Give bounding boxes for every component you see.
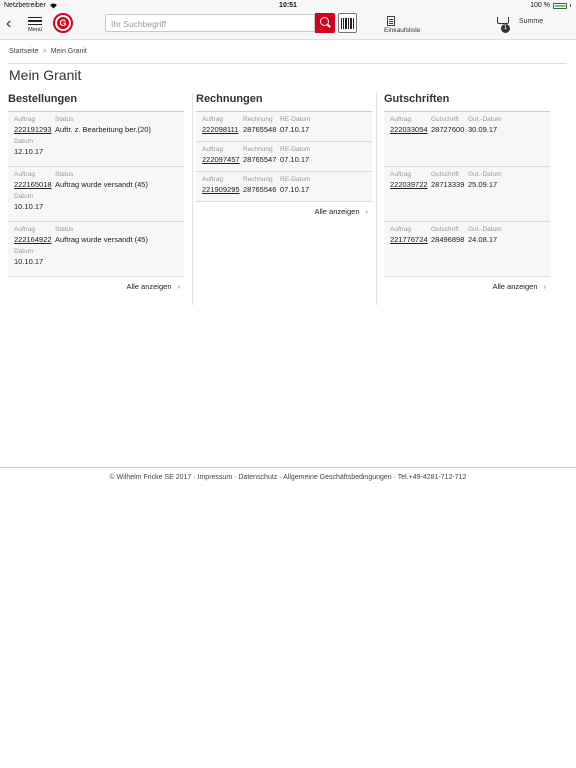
- invoice-order-link[interactable]: 221909295: [202, 185, 243, 194]
- hamburger-icon: [28, 17, 42, 26]
- column-divider: [376, 93, 377, 305]
- invoice-order-link[interactable]: 222098111: [202, 125, 243, 134]
- invoices-show-all-link[interactable]: Alle anzeigen ›: [196, 207, 372, 216]
- order-date: 10.10.17: [14, 202, 44, 211]
- credit-order-link[interactable]: 221776724: [390, 235, 431, 244]
- chevron-right-icon: ›: [365, 207, 369, 216]
- orders-section: Bestellungen Auftrag 222191293 Status Au…: [8, 93, 184, 291]
- credit-date: 25.09.17: [468, 180, 498, 189]
- order-card: Auftrag 222165018 Status Auftrag wurde v…: [8, 167, 184, 222]
- menu-label: Menü: [28, 27, 42, 34]
- status-bar: Netzbetreiber 10:51 100 %: [0, 0, 576, 12]
- order-date: 10.10.17: [14, 257, 44, 266]
- search-input[interactable]: Ihr Suchbegriff: [105, 14, 315, 32]
- invoice-date: 07.10.17: [280, 155, 310, 164]
- invoice-order-link[interactable]: 222097457: [202, 155, 243, 164]
- sum-label[interactable]: Summe: [519, 18, 543, 25]
- app-header: ‹ Menü G Ihr Suchbegriff Einkaufsliste 1…: [0, 12, 576, 40]
- cart-count-badge: 1: [501, 24, 510, 33]
- order-status: Auftrag wurde versandt (45): [55, 180, 148, 189]
- breadcrumb-home[interactable]: Startseite: [9, 48, 39, 55]
- credit-order-link[interactable]: 222039722: [390, 180, 431, 189]
- order-number-link[interactable]: 222165018: [14, 180, 55, 189]
- credit-order-link[interactable]: 222033054: [390, 125, 431, 134]
- credit-number: 28727600: [431, 125, 465, 134]
- orders-show-all-link[interactable]: Alle anzeigen ›: [8, 282, 184, 291]
- cart-icon: [497, 17, 509, 24]
- order-status: Auftr. z. Bearbeitung ber.(20): [55, 125, 151, 134]
- chevron-right-icon: ›: [543, 282, 547, 291]
- search-button[interactable]: [315, 13, 335, 33]
- breadcrumb: Startseite > Mein Granit: [9, 48, 87, 55]
- invoice-card: Auftrag 222098111 Rechnung 28765548 RE-D…: [196, 112, 372, 142]
- invoice-card: Auftrag 221909295 Rechnung 28765546 RE-D…: [196, 172, 372, 202]
- divider: [8, 63, 567, 64]
- invoice-card: Auftrag 222097457 Rechnung 28765547 RE-D…: [196, 142, 372, 172]
- order-status: Auftrag wurde versandt (45): [55, 235, 148, 244]
- invoices-section: Rechnungen Auftrag 222098111 Rechnung 28…: [196, 93, 372, 216]
- credit-date: 30.09.17: [468, 125, 498, 134]
- credit-card: Auftrag 222039722 Gutschrift 28713339 Gu…: [384, 167, 550, 222]
- invoices-heading: Rechnungen: [196, 93, 372, 112]
- barcode-scanner-icon[interactable]: [338, 13, 357, 33]
- invoice-number: 28765547: [243, 155, 277, 164]
- chevron-right-icon: ›: [177, 282, 181, 291]
- credit-date: 24.08.17: [468, 235, 498, 244]
- credit-number: 28496898: [431, 235, 465, 244]
- order-number-link[interactable]: 222164922: [14, 235, 55, 244]
- invoice-date: 07.10.17: [280, 125, 310, 134]
- back-chevron-icon[interactable]: ‹: [6, 16, 11, 32]
- invoice-date: 07.10.17: [280, 185, 310, 194]
- cart-button[interactable]: 1: [496, 16, 512, 33]
- clock: 10:51: [279, 2, 297, 9]
- credit-card: Auftrag 222033054 Gutschrift 28727600 Gu…: [384, 112, 550, 167]
- column-divider: [192, 93, 193, 305]
- footer-divider: [0, 467, 576, 468]
- battery-percent: 100 %: [530, 2, 550, 9]
- granit-logo[interactable]: G: [53, 13, 73, 33]
- menu-button[interactable]: Menü: [28, 15, 42, 33]
- credits-section: Gutschriften Auftrag 222033054 Gutschrif…: [384, 93, 550, 291]
- order-card: Auftrag 222191293 Status Auftr. z. Bearb…: [8, 112, 184, 167]
- battery-icon: [553, 2, 567, 9]
- order-date: 12.10.17: [14, 147, 44, 156]
- order-card: Auftrag 222164922 Status Auftrag wurde v…: [8, 222, 184, 277]
- list-icon: [387, 16, 395, 26]
- credit-number: 28713339: [431, 180, 465, 189]
- orders-heading: Bestellungen: [8, 93, 184, 112]
- shopping-list-button[interactable]: Einkaufsliste: [384, 16, 424, 34]
- footer-text: © Wilhelm Fricke SE 2017 · Impressum · D…: [109, 474, 467, 481]
- invoice-number: 28765548: [243, 125, 277, 134]
- invoice-number: 28765546: [243, 185, 277, 194]
- credits-heading: Gutschriften: [384, 93, 550, 112]
- breadcrumb-current: Mein Granit: [50, 48, 87, 55]
- breadcrumb-separator-icon: >: [42, 48, 47, 55]
- credit-card: Auftrag 221776724 Gutschrift 28496898 Gu…: [384, 222, 550, 277]
- credits-show-all-link[interactable]: Alle anzeigen ›: [384, 282, 550, 291]
- page-title: Mein Granit: [9, 67, 82, 83]
- shopping-list-label: Einkaufsliste: [384, 27, 421, 34]
- battery-indicator: 100 %: [530, 2, 571, 9]
- order-number-link[interactable]: 222191293: [14, 125, 55, 134]
